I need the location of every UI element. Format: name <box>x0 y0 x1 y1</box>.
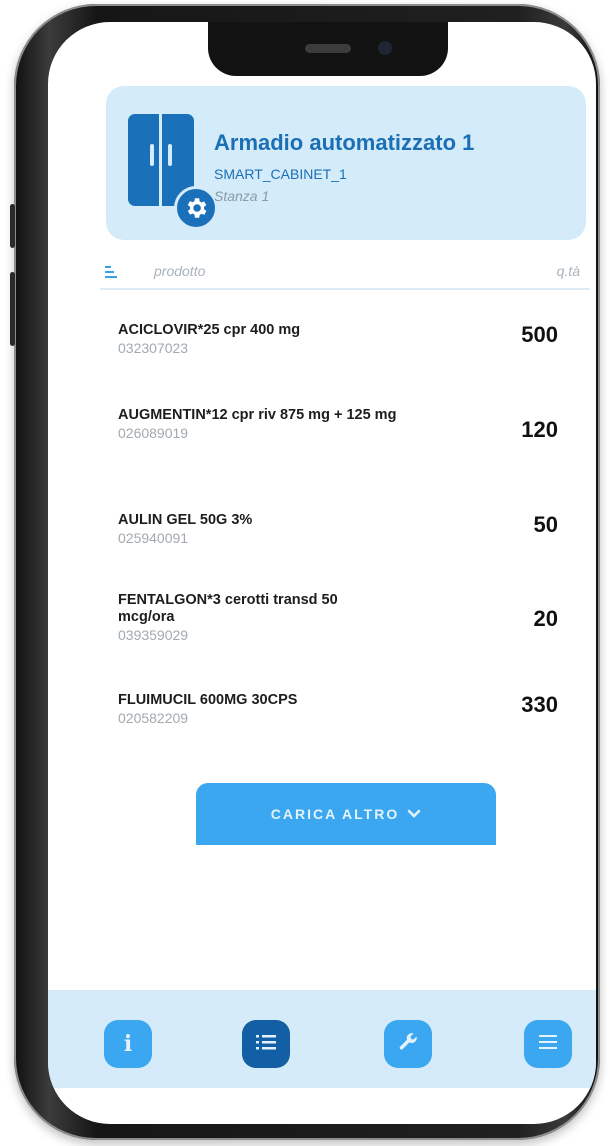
product-name: FLUIMUCIL 600MG 30CPS <box>118 692 298 708</box>
product-quantity: 20 <box>533 606 558 631</box>
cabinet-door-divider <box>159 114 162 206</box>
nav-info-button[interactable]: i <box>104 1020 152 1068</box>
load-more-label: CARICA ALTRO <box>270 806 400 822</box>
product-name: AULIN GEL 50G 3% <box>118 512 253 528</box>
product-code: 020582209 <box>118 710 189 726</box>
product-code: 026089019 <box>118 425 189 441</box>
nav-menu-button[interactable] <box>524 1020 572 1068</box>
product-code: 039359029 <box>118 627 189 643</box>
product-name: ACICLOVIR*25 cpr 400 mg <box>118 322 301 338</box>
product-quantity: 330 <box>521 692 558 717</box>
bottom-nav-bar: i <box>48 990 596 1088</box>
load-more-button[interactable]: CARICA ALTRO <box>196 783 496 845</box>
table-header: prodotto q.tà <box>100 260 590 290</box>
notch <box>208 22 448 76</box>
cabinet-header-card: Armadio automatizzato 1 SMART_CABINET_1 … <box>106 86 586 240</box>
cabinet-gear-icon <box>128 114 218 230</box>
column-product: prodotto <box>154 263 206 279</box>
nav-list-button[interactable] <box>242 1020 290 1068</box>
front-camera <box>378 41 392 55</box>
list-item[interactable]: FLUIMUCIL 600MG 30CPS 020582209 330 <box>118 692 558 727</box>
cabinet-title: Armadio automatizzato 1 <box>214 130 475 155</box>
info-icon: i <box>123 1031 133 1057</box>
screen: Armadio automatizzato 1 SMART_CABINET_1 … <box>48 22 596 1124</box>
phone-frame: Armadio automatizzato 1 SMART_CABINET_1 … <box>10 4 600 1140</box>
list-icon <box>255 1033 277 1056</box>
product-quantity: 500 <box>521 322 558 347</box>
volume-up-button <box>10 272 15 346</box>
gear-icon <box>174 186 218 230</box>
mute-switch <box>10 204 15 248</box>
chevron-down-icon <box>407 806 421 822</box>
list-item[interactable]: AUGMENTIN*12 cpr riv 875 mg + 125 mg 026… <box>118 407 558 442</box>
product-name: FENTALGON*3 cerotti transd 50 mcg/ora <box>118 592 338 625</box>
list-item[interactable]: FENTALGON*3 cerotti transd 50 mcg/ora 03… <box>118 592 558 644</box>
cabinet-code: SMART_CABINET_1 <box>214 166 347 182</box>
product-quantity: 120 <box>521 417 558 442</box>
product-code: 032307023 <box>118 340 189 356</box>
menu-icon <box>538 1034 558 1055</box>
list-item[interactable]: AULIN GEL 50G 3% 025940091 50 <box>118 512 558 547</box>
speaker <box>305 44 351 53</box>
column-quantity: q.tà <box>556 263 580 279</box>
cabinet-handle <box>168 144 172 166</box>
product-quantity: 50 <box>533 512 558 537</box>
nav-tools-button[interactable] <box>384 1020 432 1068</box>
cabinet-handle <box>150 144 154 166</box>
cabinet-room: Stanza 1 <box>214 188 270 204</box>
product-name: AUGMENTIN*12 cpr riv 875 mg + 125 mg <box>118 407 397 423</box>
sort-list-icon[interactable] <box>105 266 117 280</box>
wrench-icon <box>396 1030 420 1059</box>
list-item[interactable]: ACICLOVIR*25 cpr 400 mg 032307023 500 <box>118 322 558 357</box>
product-code: 025940091 <box>118 530 189 546</box>
